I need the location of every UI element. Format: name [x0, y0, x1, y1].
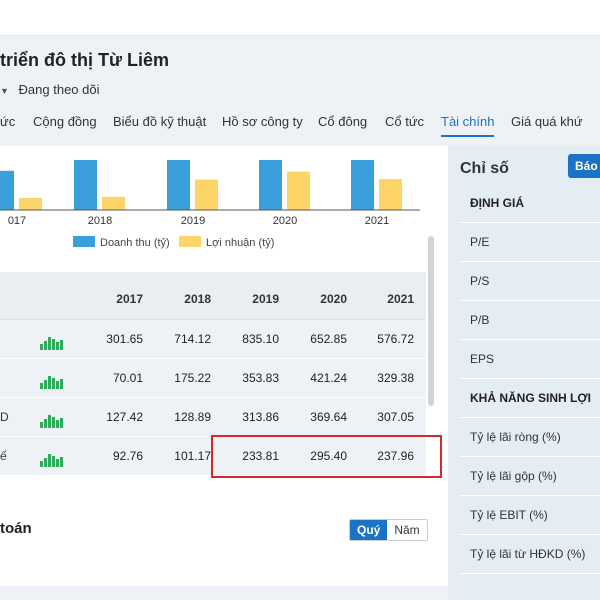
table-cell: 369.64	[310, 410, 347, 424]
sidebar-ratio-item[interactable]: P/E	[448, 223, 600, 261]
vertical-scrollbar[interactable]	[428, 236, 434, 406]
x-tick-label: 2020	[273, 215, 297, 227]
company-title: triển đô thị Từ Liêm	[0, 50, 170, 70]
sidebar-section-header: ĐỊNH GIÁ	[448, 184, 600, 222]
table-row[interactable]: 70.01 175.22 353.83 421.24 329.38	[0, 359, 426, 398]
table-header: 2017 2018 2019 2020 2021	[0, 272, 426, 320]
report-button[interactable]: Báo	[568, 154, 600, 178]
table-cell: 714.12	[174, 332, 211, 346]
col-header-2017: 2017	[116, 292, 143, 306]
bar-profit[interactable]	[287, 171, 310, 210]
period-toggle[interactable]: Quý Năm	[349, 519, 428, 541]
section-title: toán	[0, 520, 32, 537]
bar-profit[interactable]	[102, 196, 125, 210]
tab-community[interactable]: Cộng đồng	[33, 114, 97, 129]
col-header-2018: 2018	[184, 292, 211, 306]
sidebar-title: Chỉ số	[460, 160, 509, 177]
bar-revenue[interactable]	[0, 170, 14, 210]
sidebar-item-label: KHẢ NĂNG SINH LỢI	[470, 391, 591, 405]
table-cell: 835.10	[242, 332, 279, 346]
table-cell: 329.38	[377, 371, 414, 385]
tab-shareholders[interactable]: Cổ đông	[318, 114, 367, 129]
table-row[interactable]: D 127.42 128.89 313.86 369.64 307.05	[0, 398, 426, 437]
col-header-2019: 2019	[252, 292, 279, 306]
table-cell: 652.85	[310, 332, 347, 346]
sidebar-ratio-item[interactable]: Tỷ lệ lãi gộp (%)	[448, 457, 600, 495]
bar-profit[interactable]	[195, 179, 218, 210]
sidebar-ratio-item[interactable]: P/S	[448, 262, 600, 300]
sidebar-item-label: EPS	[470, 352, 495, 366]
bar-profit[interactable]	[19, 197, 42, 210]
col-header-2021: 2021	[387, 292, 414, 306]
sparkline-icon[interactable]	[40, 371, 64, 389]
toggle-quarter[interactable]: Quý	[350, 520, 388, 540]
sidebar-ratio-item[interactable]: Tỷ lệ lãi ròng (%)	[448, 418, 600, 456]
top-strip	[0, 0, 600, 36]
bar-revenue[interactable]	[351, 160, 374, 210]
table-cell: 421.24	[310, 371, 347, 385]
sidebar-item-label: ĐỊNH GIÁ	[470, 196, 524, 210]
sidebar-item-label: P/B	[470, 313, 490, 327]
row-label: ế	[0, 449, 7, 463]
legend-revenue: Doanh thu (tỷ)	[73, 236, 170, 249]
follow-label: Đang theo dõi	[18, 82, 100, 97]
bottom-strip	[0, 586, 448, 600]
table-cell: 127.42	[106, 410, 143, 424]
ratio-sidebar: Chỉ số Báo ĐỊNH GIÁ P/E P/S P/B EPS KHẢ NĂNG …	[448, 146, 600, 600]
x-tick-label: 2019	[181, 215, 205, 227]
sidebar-item-label: Tỷ lệ lãi ròng (%)	[470, 430, 561, 444]
sidebar-item-label: Tỷ lệ lãi gộp (%)	[470, 469, 557, 483]
sidebar-item-label: P/S	[470, 274, 490, 288]
tab-company-profile[interactable]: Hồ sơ công ty	[222, 114, 303, 129]
legend-revenue-swatch	[73, 236, 95, 247]
col-header-2020: 2020	[320, 292, 347, 306]
x-tick-label: 017	[8, 215, 26, 227]
row-label: D	[0, 410, 9, 424]
legend-profit: Lợi nhuận (tỷ)	[179, 236, 274, 249]
table-cell: 175.22	[174, 371, 211, 385]
bar-revenue[interactable]	[259, 160, 282, 210]
tab-dividend-partial[interactable]: ức	[0, 114, 15, 129]
caret-down-icon: ▼	[0, 86, 9, 96]
table-cell: 128.89	[174, 410, 211, 424]
tab-financials[interactable]: Tài chính	[441, 114, 495, 137]
sidebar-ratio-item[interactable]: P/B	[448, 301, 600, 339]
table-cell: 70.01	[112, 371, 143, 385]
sidebar-item-label: Tỷ lệ lãi từ HĐKD (%)	[470, 547, 586, 561]
sidebar-ratio-item[interactable]: Tỷ lệ EBIT (%)	[448, 496, 600, 534]
divider	[460, 573, 600, 574]
legend-revenue-label: Doanh thu (tỷ)	[100, 237, 170, 249]
table-row[interactable]: 301.65 714.12 835.10 652.85 576.72	[0, 320, 426, 359]
toggle-year[interactable]: Năm	[387, 520, 426, 540]
highlight-box	[211, 435, 442, 478]
table-cell: 307.05	[377, 410, 414, 424]
bar-revenue[interactable]	[74, 160, 97, 210]
bar-revenue[interactable]	[167, 160, 190, 210]
tab-price-history[interactable]: Giá quá khứ	[511, 114, 583, 129]
sparkline-icon[interactable]	[40, 410, 64, 428]
bar-profit[interactable]	[379, 179, 402, 210]
tab-dividends[interactable]: Cổ tức	[385, 114, 424, 129]
legend-profit-swatch	[179, 236, 201, 247]
table-cell: 101.17	[174, 449, 211, 463]
table-cell: 576.72	[377, 332, 414, 346]
table-cell: 301.65	[106, 332, 143, 346]
sidebar-item-label: Tỷ lệ EBIT (%)	[470, 508, 548, 522]
sidebar-section-header: KHẢ NĂNG SINH LỢI	[448, 379, 600, 417]
follow-status[interactable]: ▼ Đang theo dõi	[0, 82, 100, 97]
x-tick-label: 2021	[365, 215, 389, 227]
tab-bar: ức Cộng đồng Biểu đồ kỹ thuật Hồ sơ công…	[0, 114, 600, 140]
sidebar-ratio-item[interactable]: Tỷ lệ lãi từ HĐKD (%)	[448, 535, 600, 573]
sidebar-ratio-item[interactable]: EPS	[448, 340, 600, 378]
sparkline-icon[interactable]	[40, 449, 64, 467]
x-tick-label: 2018	[88, 215, 112, 227]
sidebar-item-label: P/E	[470, 235, 490, 249]
table-cell: 92.76	[112, 449, 143, 463]
table-cell: 353.83	[242, 371, 279, 385]
tab-technical-chart[interactable]: Biểu đồ kỹ thuật	[113, 114, 206, 129]
sparkline-icon[interactable]	[40, 332, 64, 350]
legend-profit-label: Lợi nhuận (tỷ)	[206, 237, 275, 249]
table-cell: 313.86	[242, 410, 279, 424]
